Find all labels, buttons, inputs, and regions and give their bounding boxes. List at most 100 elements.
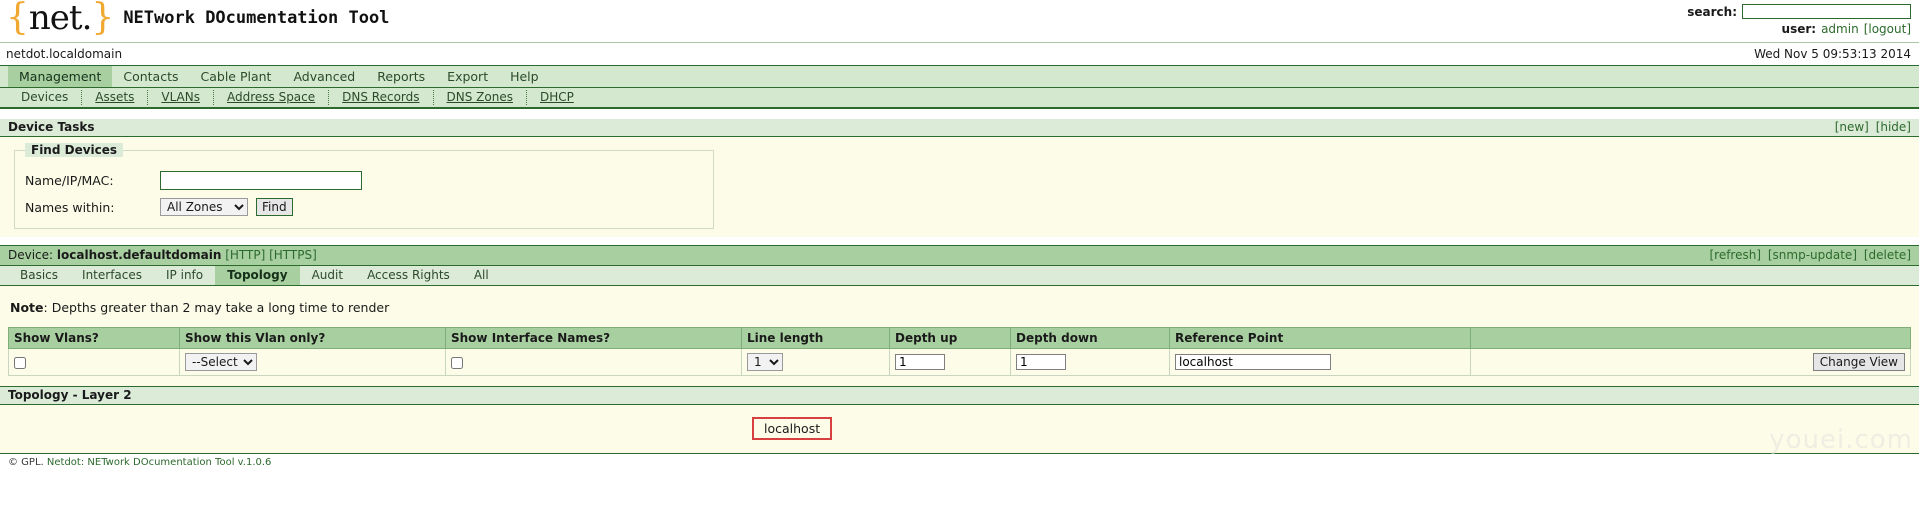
topology-note-text: : Depths greater than 2 may take a long … — [43, 300, 390, 315]
cell-depth-down — [1010, 348, 1170, 376]
tab-ip-info[interactable]: IP info — [154, 266, 215, 285]
new-device-link[interactable]: [new] — [1835, 120, 1869, 134]
footer-copyright: © GPL. — [8, 457, 44, 468]
cell-change-view: Change View — [1470, 348, 1911, 376]
watermark-text: youei.com — [1769, 425, 1913, 455]
tab-audit[interactable]: Audit — [300, 266, 355, 285]
subnav-item-assets[interactable]: Assets — [82, 90, 149, 105]
topology-options-row: --Select-- 1 1 1 localhost Change View — [8, 348, 1911, 376]
subnav-item-address-space[interactable]: Address Space — [214, 90, 330, 105]
show-vlans-checkbox[interactable] — [14, 356, 26, 369]
topology-layer-title: Topology - Layer 2 — [8, 388, 132, 402]
nav-item-advanced[interactable]: Advanced — [282, 66, 366, 87]
name-ip-mac-input[interactable] — [160, 171, 362, 190]
spacer-above-device-tasks — [0, 109, 1919, 119]
nav-item-reports[interactable]: Reports — [366, 66, 436, 87]
show-interface-names-checkbox[interactable] — [451, 356, 463, 369]
device-refresh-link[interactable]: [refresh] — [1709, 248, 1761, 262]
tab-interfaces[interactable]: Interfaces — [70, 266, 154, 285]
server-datetime: Wed Nov 5 09:53:13 2014 — [1754, 47, 1911, 61]
user-label: user: — [1781, 21, 1817, 36]
reference-point-input[interactable] — [1175, 354, 1331, 370]
nav-item-contacts[interactable]: Contacts — [112, 66, 189, 87]
tab-all[interactable]: All — [462, 266, 501, 285]
main-navigation: Management Contacts Cable Plant Advanced… — [0, 65, 1919, 88]
tab-topology[interactable]: Topology — [215, 266, 300, 285]
depth-up-input[interactable] — [895, 354, 945, 370]
names-within-label: Names within: — [25, 199, 115, 215]
cell-reference-point — [1169, 348, 1471, 376]
search-row: search: — [1687, 3, 1911, 20]
cell-show-interface-names — [445, 348, 742, 376]
device-name: localhost.defaultdomain — [56, 248, 222, 262]
device-actions: [refresh] [snmp-update] [delete] — [1706, 246, 1911, 265]
device-tasks-title: Device Tasks — [8, 120, 95, 134]
vlan-select[interactable]: --Select-- — [185, 353, 257, 371]
col-reference-point: Reference Point — [1169, 327, 1471, 349]
topology-note: Note: Depths greater than 2 may take a l… — [0, 286, 1919, 327]
col-show-vlans: Show Vlans? — [8, 327, 180, 349]
names-within-row: Names within: All Zones Find — [25, 198, 703, 216]
app-title: NETwork DOcumentation Tool — [123, 8, 390, 28]
user-name: admin — [1821, 21, 1859, 36]
nav-item-management[interactable]: Management — [8, 66, 113, 87]
subnav-item-dhcp[interactable]: DHCP — [527, 90, 587, 105]
cell-depth-up — [889, 348, 1011, 376]
device-prefix-label: Device: — [8, 248, 54, 262]
device-tasks-bar: Device Tasks [new] [hide] — [0, 119, 1919, 137]
spacer-above-device-bar — [0, 237, 1919, 245]
device-tasks-panel: Find Devices Name/IP/MAC: Names within: … — [0, 137, 1919, 237]
device-tab-bar: Basics Interfaces IP info Topology Audit… — [0, 266, 1919, 286]
tab-access-rights[interactable]: Access Rights — [355, 266, 462, 285]
find-button[interactable]: Find — [256, 198, 293, 216]
col-depth-up: Depth up — [889, 327, 1011, 349]
page-footer: © GPL. Netdot: NETwork DOcumentation Too… — [0, 454, 1919, 471]
subnav-item-devices[interactable]: Devices — [8, 90, 83, 105]
search-input[interactable] — [1742, 4, 1911, 19]
device-delete-link[interactable]: [delete] — [1864, 248, 1911, 262]
col-show-interface-names: Show Interface Names? — [445, 327, 742, 349]
page-header: { net. } NETwork DOcumentation Tool sear… — [0, 0, 1919, 42]
sub-navigation: Devices Assets VLANs Address Space DNS R… — [0, 88, 1919, 109]
app-logo: { net. } NETwork DOcumentation Tool — [6, 0, 389, 36]
hide-tasks-link[interactable]: [hide] — [1876, 120, 1911, 134]
find-devices-fieldset: Find Devices Name/IP/MAC: Names within: … — [14, 143, 714, 229]
cell-show-vlans — [8, 348, 180, 376]
topology-options-header-row: Show Vlans? Show this Vlan only? Show In… — [8, 327, 1911, 349]
topology-node-localhost[interactable]: localhost — [752, 417, 833, 440]
name-ip-mac-row: Name/IP/MAC: — [25, 171, 703, 190]
device-https-link[interactable]: [HTTPS] — [269, 248, 317, 262]
subnav-item-dns-records[interactable]: DNS Records — [329, 90, 434, 105]
cell-vlan-select: --Select-- — [179, 348, 446, 376]
logo-net-text: net. — [28, 0, 92, 38]
logout-link[interactable]: [logout] — [1864, 22, 1911, 36]
zones-select[interactable]: All Zones — [160, 198, 248, 216]
user-row: user: admin [logout] — [1687, 20, 1911, 37]
col-show-this-vlan-only: Show this Vlan only? — [179, 327, 446, 349]
device-http-link[interactable]: [HTTP] — [225, 248, 265, 262]
device-snmp-update-link[interactable]: [snmp-update] — [1768, 248, 1857, 262]
tab-basics[interactable]: Basics — [8, 266, 70, 285]
footer-version-link[interactable]: Netdot: NETwork DOcumentation Tool v.1.0… — [47, 457, 272, 468]
find-devices-legend: Find Devices — [25, 143, 124, 157]
header-right-block: search: user: admin [logout] — [1687, 3, 1911, 37]
name-ip-mac-label: Name/IP/MAC: — [25, 173, 114, 188]
device-tasks-actions: [new] [hide] — [1832, 119, 1911, 136]
subnav-item-dns-zones[interactable]: DNS Zones — [434, 90, 527, 105]
device-header-bar: Device: localhost.defaultdomain [HTTP] [… — [0, 245, 1919, 266]
cell-line-length: 1 — [741, 348, 890, 376]
topology-panel: Note: Depths greater than 2 may take a l… — [0, 286, 1919, 455]
subnav-item-vlans[interactable]: VLANs — [148, 90, 214, 105]
change-view-button[interactable]: Change View — [1812, 353, 1905, 371]
nav-item-help[interactable]: Help — [499, 66, 550, 87]
logo-brace-close-icon: } — [91, 0, 115, 38]
nav-item-cable-plant[interactable]: Cable Plant — [190, 66, 283, 87]
topology-graph-area: localhost youei.com — [0, 405, 1919, 455]
depth-down-input[interactable] — [1016, 354, 1066, 370]
nav-item-export[interactable]: Export — [436, 66, 499, 87]
col-actions — [1470, 327, 1911, 349]
topology-node-label: localhost — [764, 421, 821, 436]
col-depth-down: Depth down — [1010, 327, 1170, 349]
line-length-select[interactable]: 1 — [747, 353, 783, 371]
domain-name: netdot.localdomain — [6, 47, 123, 61]
